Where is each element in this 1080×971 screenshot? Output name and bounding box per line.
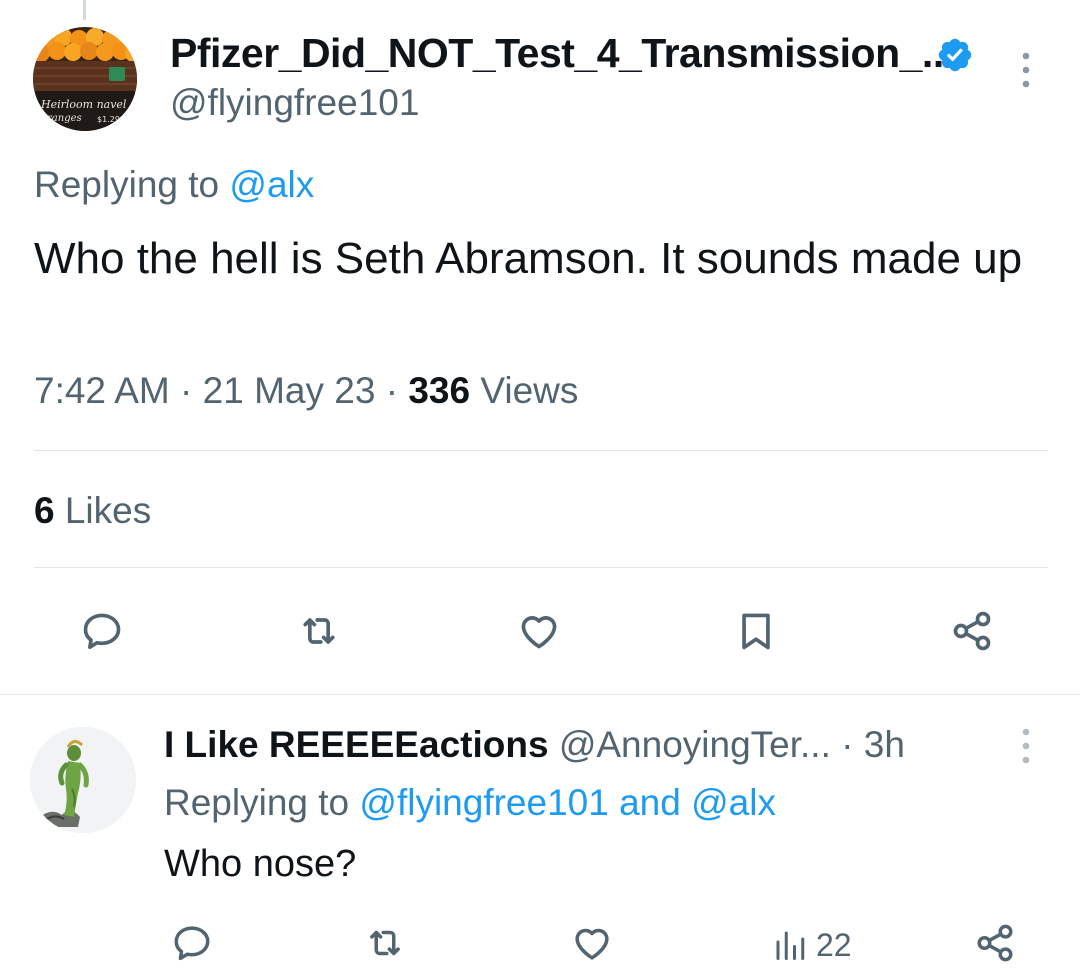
reply-button[interactable] xyxy=(80,609,124,653)
retweet-button[interactable] xyxy=(297,609,341,653)
reply-time[interactable]: · 3h xyxy=(841,724,905,765)
reply-views-button[interactable]: 22 xyxy=(772,925,852,965)
meta-separator: · xyxy=(385,370,409,411)
divider xyxy=(34,450,1048,451)
tweet-time[interactable]: 7:42 AM xyxy=(34,370,170,411)
author-avatar[interactable]: Heirloom navel oranges $1.29 xyxy=(33,27,137,131)
bookmark-button[interactable] xyxy=(734,609,778,653)
tweet-meta: 7:42 AM · 21 May 23 · 336 Views xyxy=(34,370,578,412)
replying-prefix: Replying to xyxy=(34,164,220,205)
reply-author-avatar[interactable] xyxy=(30,727,136,833)
meta-separator: · xyxy=(180,370,203,411)
reply-replying-to-link-2[interactable]: @alx xyxy=(691,782,776,823)
tweet-date[interactable]: 21 May 23 xyxy=(203,370,376,411)
more-vertical-icon[interactable] xyxy=(1018,726,1034,766)
reply-like-button[interactable] xyxy=(571,922,613,964)
reply-bubble-icon xyxy=(174,926,210,961)
avatar-statue-image xyxy=(30,727,136,833)
svg-text:$1.29: $1.29 xyxy=(97,115,120,124)
reply-retweet-button[interactable] xyxy=(364,922,406,964)
likes-summary[interactable]: 6 Likes xyxy=(34,490,151,532)
reply-author-line: I Like REEEEEactions @AnnoyingTer... · 3… xyxy=(164,724,905,766)
reply-handle[interactable]: @AnnoyingTer... xyxy=(559,724,831,765)
share-button[interactable] xyxy=(950,609,994,653)
author-handle[interactable]: @flyingfree101 xyxy=(170,82,419,124)
bookmark-icon xyxy=(742,613,770,650)
views-label: Views xyxy=(480,370,579,411)
share-icon xyxy=(953,611,991,651)
avatar-oranges-image: Heirloom navel oranges $1.29 xyxy=(33,27,137,131)
views-count: 336 xyxy=(408,370,471,411)
reply-bubble-icon xyxy=(83,613,121,649)
replying-to-line: Replying to @alx xyxy=(34,164,314,206)
like-button[interactable] xyxy=(517,609,561,653)
reply-reply-button[interactable] xyxy=(171,922,213,964)
reply-views-count: 22 xyxy=(816,926,852,963)
likes-count: 6 xyxy=(34,490,55,531)
verified-badge-icon xyxy=(938,38,972,72)
divider xyxy=(0,694,1080,695)
heart-icon xyxy=(521,616,557,649)
likes-label: Likes xyxy=(64,490,152,531)
reply-replying-to-link-1[interactable]: @flyingfree101 xyxy=(359,782,608,823)
views-chart-icon xyxy=(776,931,805,960)
reply-display-name[interactable]: I Like REEEEEactions xyxy=(164,724,549,765)
share-icon xyxy=(977,924,1013,962)
heart-icon xyxy=(575,928,609,960)
reply-text: Who nose? xyxy=(164,843,357,885)
reply-share-button[interactable] xyxy=(974,922,1016,964)
retweet-icon xyxy=(303,618,335,644)
tweet-text: Who the hell is Seth Abramson. It sounds… xyxy=(34,234,1023,283)
svg-text:Heirloom navel: Heirloom navel xyxy=(40,98,127,111)
reply-replying-to-line: Replying to @flyingfree101 and @alx xyxy=(164,782,776,824)
retweet-icon xyxy=(370,930,400,956)
divider xyxy=(34,567,1048,568)
svg-text:oranges: oranges xyxy=(41,113,82,124)
reply-replying-prefix: Replying to xyxy=(164,782,350,823)
more-vertical-icon[interactable] xyxy=(1018,50,1034,90)
thread-connector-line xyxy=(83,0,86,20)
author-display-name[interactable]: Pfizer_Did_NOT_Test_4_Transmission_... xyxy=(170,30,955,77)
replying-to-link[interactable]: @alx xyxy=(229,164,314,205)
reply-replying-and: and xyxy=(619,782,681,823)
